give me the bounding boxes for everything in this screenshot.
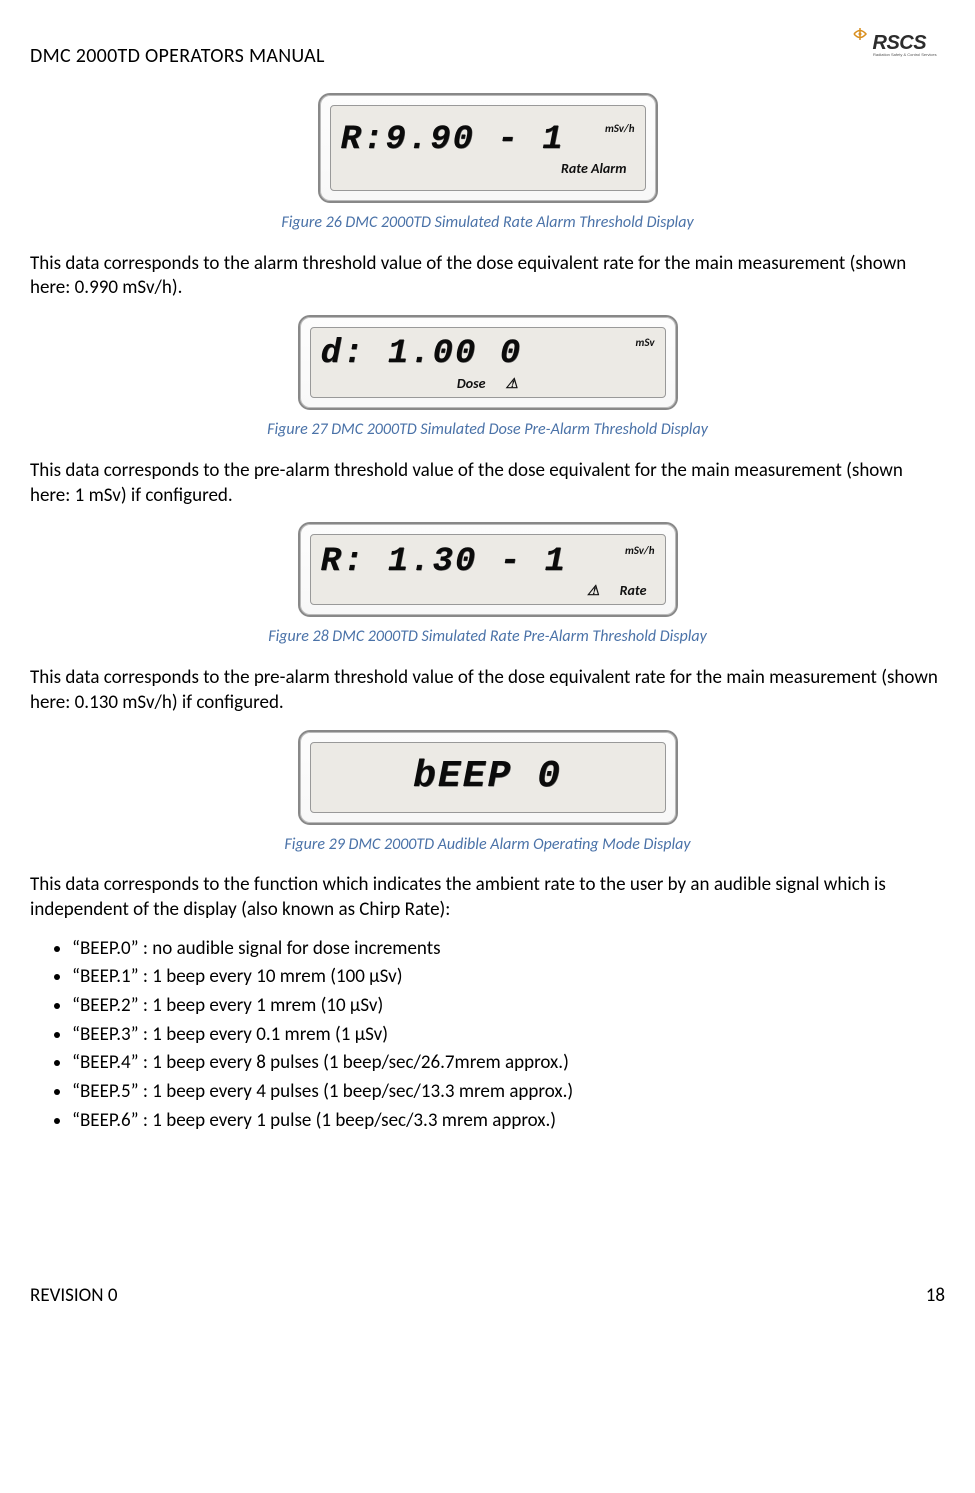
figure-26-display: R:9.90 - 1 mSv/h Rate Alarm [318,93,658,203]
revision-label: REVISION 0 [30,1284,117,1309]
page-footer: REVISION 0 18 [30,1284,945,1309]
paragraph-2: This data corresponds to the pre-alarm t… [30,459,945,508]
list-item: “BEEP.3” : 1 beep every 0.1 mrem (1 µSv) [72,1023,945,1048]
list-item: “BEEP.0” : no audible signal for dose in… [72,937,945,962]
fig26-unit: mSv/h [605,122,635,136]
document-title: DMC 2000TD OPERATORS MANUAL [30,25,325,69]
figure-29-display: bEEP 0 [298,730,678,825]
list-item: “BEEP.2” : 1 beep every 1 mrem (10 µSv) [72,994,945,1019]
figure-28-caption: Figure 28 DMC 2000TD Simulated Rate Pre-… [30,627,945,648]
figure-27-display: d: 1.00 0 mSv Dose ⚠ [298,315,678,410]
fig28-sub-rate: Rate [620,582,647,600]
figure-28-display: R: 1.30 - 1 mSv/h ⚠ Rate [298,522,678,617]
figure-26-caption: Figure 26 DMC 2000TD Simulated Rate Alar… [30,213,945,234]
list-item: “BEEP.5” : 1 beep every 4 pulses (1 beep… [72,1080,945,1105]
fig29-segment-text: bEEP 0 [413,752,562,801]
paragraph-1: This data corresponds to the alarm thres… [30,252,945,301]
fig27-unit: mSv [636,336,655,350]
svg-text:RSCS: RSCS [873,32,928,54]
rscs-logo-icon: RSCS Radiation Safety & Control Services [845,25,945,73]
list-item: “BEEP.4” : 1 beep every 8 pulses (1 beep… [72,1051,945,1076]
figure-29-caption: Figure 29 DMC 2000TD Audible Alarm Opera… [30,835,945,856]
list-item: “BEEP.6” : 1 beep every 1 pulse (1 beep/… [72,1109,945,1134]
rscs-logo: RSCS Radiation Safety & Control Services [845,25,945,73]
fig26-segment-text: R:9.90 - 1 [341,118,565,162]
svg-text:Radiation Safety & Control Ser: Radiation Safety & Control Services [873,52,937,57]
fig27-segment-text: d: 1.00 0 [321,332,523,376]
fig27-sub-dose: Dose [457,375,486,393]
beep-modes-list: “BEEP.0” : no audible signal for dose in… [72,937,945,1134]
fig28-segment-text: R: 1.30 - 1 [321,540,567,584]
fig28-unit: mSv/h [625,544,655,558]
page-number: 18 [926,1284,945,1309]
paragraph-3: This data corresponds to the pre-alarm t… [30,666,945,715]
list-item: “BEEP.1” : 1 beep every 10 mrem (100 µSv… [72,965,945,990]
paragraph-4: This data corresponds to the function wh… [30,873,945,922]
page-header: DMC 2000TD OPERATORS MANUAL RSCS Radiati… [30,25,945,73]
figure-27-caption: Figure 27 DMC 2000TD Simulated Dose Pre-… [30,420,945,441]
warning-icon: ⚠ [587,582,600,600]
warning-icon: ⚠ [506,375,519,393]
fig26-subtext: Rate Alarm [561,160,627,178]
